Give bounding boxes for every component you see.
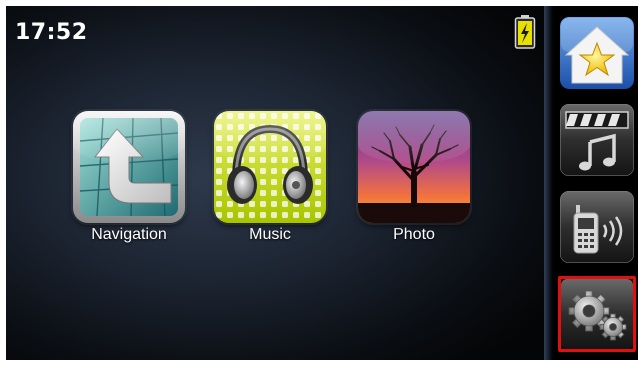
film-music-note-icon <box>560 104 634 176</box>
favorites-button[interactable] <box>560 17 634 89</box>
photo-label: Photo <box>393 226 435 243</box>
headphones-icon[interactable] <box>214 111 326 223</box>
photo-app[interactable]: Photo <box>355 111 473 244</box>
gears-icon <box>561 279 633 349</box>
phone-button[interactable] <box>560 191 634 263</box>
home-screen: 17:52 Navigation Music Photo <box>6 6 544 360</box>
music-app[interactable]: Music <box>211 111 329 244</box>
navigation-arrow-icon[interactable] <box>73 111 185 223</box>
settings-button[interactable] <box>558 276 636 352</box>
battery-charging-icon <box>514 15 536 49</box>
media-button[interactable] <box>560 104 634 176</box>
sunset-tree-photo-icon[interactable] <box>358 111 470 223</box>
navigation-label: Navigation <box>91 226 167 243</box>
home-star-icon <box>560 17 634 89</box>
music-label: Music <box>249 226 291 243</box>
sidebar <box>544 6 638 360</box>
device-screen: 17:52 Navigation Music Photo <box>6 6 638 360</box>
clock: 17:52 <box>15 20 88 45</box>
navigation-app[interactable]: Navigation <box>70 111 188 244</box>
phone-icon <box>560 191 634 263</box>
